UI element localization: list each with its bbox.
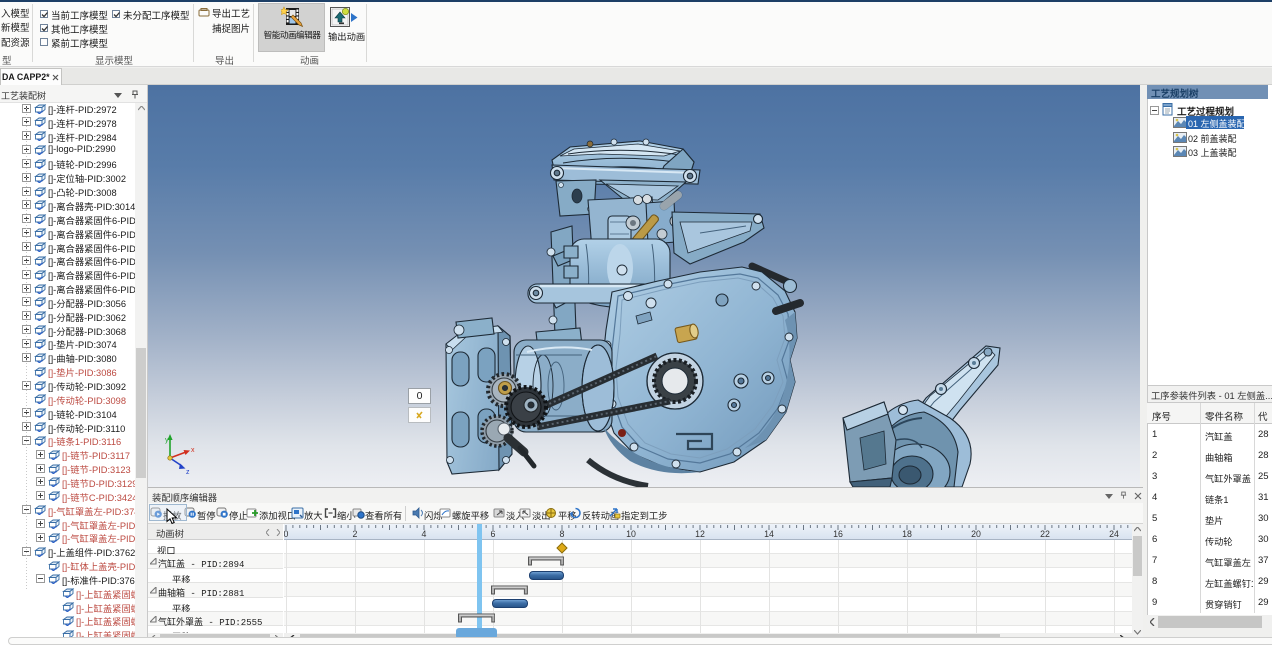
svg-text:y: y xyxy=(165,437,169,444)
svg-text:x: x xyxy=(191,447,195,454)
svg-text:z: z xyxy=(186,469,190,476)
